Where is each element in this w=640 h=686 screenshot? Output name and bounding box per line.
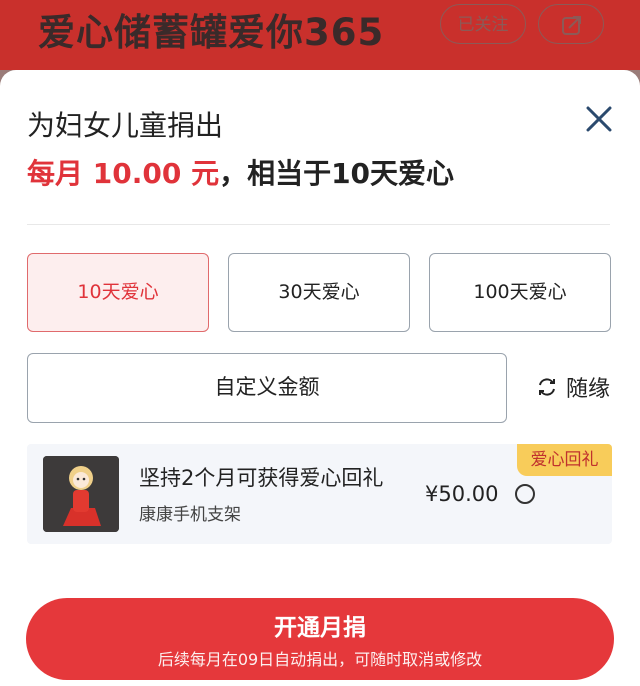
summary-equivalent: ，相当于10天爱心 (219, 157, 455, 190)
custom-amount-button[interactable]: 自定义金额 (27, 353, 507, 423)
cta-label: 开通月捐 (274, 615, 366, 641)
random-amount-button[interactable]: 随缘 (536, 370, 610, 404)
gift-radio[interactable] (515, 484, 535, 504)
option-30-days[interactable]: 30天爱心 (228, 253, 410, 332)
share-icon (562, 16, 581, 35)
donation-summary: 每月 10.00 元，相当于10天爱心 (27, 152, 454, 192)
share-button[interactable] (538, 4, 604, 44)
phone-stand-image (43, 456, 119, 532)
page-title: 爱心储蓄罐爱你365 (38, 11, 385, 54)
close-button[interactable] (582, 102, 616, 136)
gift-subtitle: 康康手机支架 (139, 505, 241, 525)
follow-button[interactable]: 已关注 (440, 4, 526, 44)
app-header: 爱心储蓄罐爱你365 已关注 (0, 0, 640, 70)
refresh-icon (539, 378, 555, 396)
monthly-amount: 每月 10.00 元 (27, 157, 220, 190)
gift-price: ¥50.00 (425, 482, 499, 506)
random-label: 随缘 (566, 377, 611, 402)
option-100-days[interactable]: 100天爱心 (429, 253, 611, 332)
option-10-days[interactable]: 10天爱心 (27, 253, 209, 332)
gift-card[interactable]: 坚持2个月可获得爱心回礼 康康手机支架 ¥50.00 爱心回礼 (27, 444, 612, 544)
cta-note: 后续每月在09日自动捐出，可随时取消或修改 (157, 650, 483, 669)
donation-sheet: 为妇女儿童捐出 每月 10.00 元，相当于10天爱心 10天爱心 30天爱心 … (0, 70, 640, 686)
gift-title: 坚持2个月可获得爱心回礼 (139, 466, 384, 490)
close-icon (586, 106, 612, 132)
divider (27, 224, 610, 225)
sheet-title: 为妇女儿童捐出 (27, 109, 224, 142)
gift-badge: 爱心回礼 (517, 444, 612, 476)
start-monthly-donation-button[interactable]: 开通月捐 后续每月在09日自动捐出，可随时取消或修改 (26, 598, 614, 680)
